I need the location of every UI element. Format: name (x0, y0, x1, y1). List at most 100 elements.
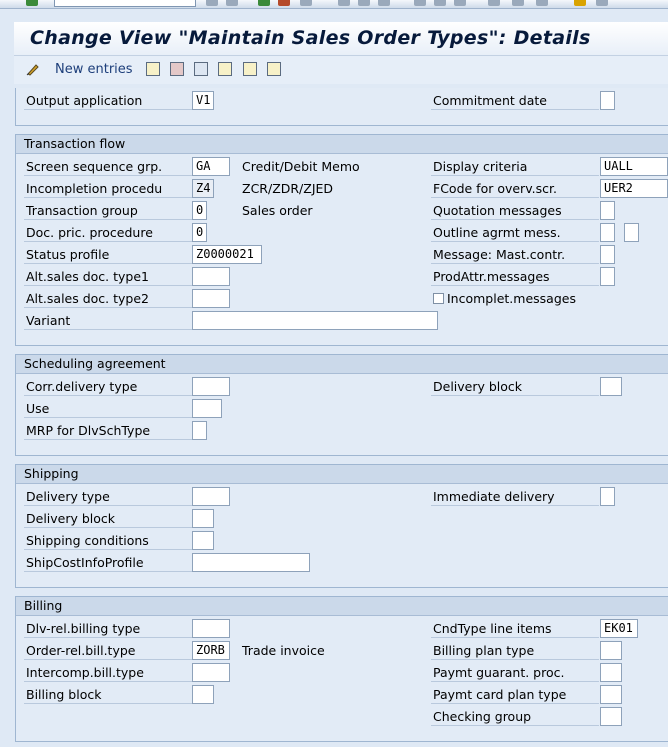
shipcostinfoprofile-label: ShipCostInfoProfile (24, 553, 192, 572)
display-criteria-input[interactable]: UALL (600, 157, 668, 176)
print-icon[interactable] (300, 0, 312, 6)
checking-group-input[interactable] (600, 707, 622, 726)
system-toolbar (0, 0, 668, 9)
shipping-delivery-block-input[interactable] (192, 509, 214, 528)
display-change-icon[interactable] (26, 62, 40, 76)
help-icon[interactable] (536, 0, 548, 6)
incompletion-procedure-label: Incompletion procedu (24, 179, 192, 198)
paymt-guarant-proc-label: Paymt guarant. proc. (431, 663, 599, 682)
save-icon[interactable] (206, 0, 218, 6)
paymt-guarant-proc-input[interactable] (600, 663, 622, 682)
checking-group-label: Checking group (431, 707, 599, 726)
incompletion-procedure-text: ZCR/ZDR/ZJED (242, 181, 334, 196)
command-field[interactable] (54, 0, 196, 7)
immediate-delivery-label: Immediate delivery (431, 487, 599, 506)
use-input[interactable] (192, 399, 222, 418)
delivery-type-input[interactable] (192, 487, 230, 506)
corr-delivery-type-label: Corr.delivery type (24, 377, 192, 396)
last-page-icon[interactable] (454, 0, 466, 6)
transaction-group-input[interactable]: 0 (192, 201, 207, 220)
order-rel-bill-type-text: Trade invoice (242, 643, 325, 658)
paymt-card-plan-type-input[interactable] (600, 685, 622, 704)
alt-sales-doc-type1-input[interactable] (192, 267, 230, 286)
fcode-overv-scr-input[interactable]: UER2 (600, 179, 668, 198)
delete-icon[interactable] (170, 62, 184, 76)
screen-sequence-grp-input[interactable]: GA (192, 157, 230, 176)
create-session-icon[interactable] (488, 0, 500, 6)
output-application-label: Output application (24, 91, 192, 110)
undo-change-icon[interactable] (194, 62, 208, 76)
dlv-rel-billing-type-input[interactable] (192, 619, 230, 638)
cndtype-line-items-label: CndType line items (431, 619, 599, 638)
doc-pric-procedure-input[interactable]: 0 (192, 223, 207, 242)
variant-input[interactable] (192, 311, 438, 330)
doc-pric-procedure-label: Doc. pric. procedure (24, 223, 192, 242)
shipcostinfoprofile-input[interactable] (192, 553, 310, 572)
shipping-header: Shipping (16, 465, 668, 484)
cndtype-line-items-input[interactable]: EK01 (600, 619, 638, 638)
shipping-conditions-label: Shipping conditions (24, 531, 192, 550)
message-mast-contr-label: Message: Mast.contr. (431, 245, 599, 264)
corr-delivery-type-input[interactable] (192, 377, 230, 396)
exit-icon[interactable] (258, 0, 270, 6)
commitment-date-input[interactable] (600, 91, 615, 110)
incompletion-procedure-input[interactable]: Z4 (192, 179, 214, 198)
status-profile-input[interactable]: Z0000021 (192, 245, 262, 264)
enter-icon[interactable] (26, 0, 38, 6)
quotation-messages-input[interactable] (600, 201, 615, 220)
dlv-rel-billing-type-label: Dlv-rel.billing type (24, 619, 192, 638)
display-criteria-label: Display criteria (431, 157, 599, 176)
incomplet-messages-label: Incomplet.messages (447, 291, 576, 306)
select-all-icon[interactable] (267, 62, 281, 76)
fcode-overv-scr-label: FCode for overv.scr. (431, 179, 599, 198)
scheduling-agreement-header: Scheduling agreement (16, 355, 668, 374)
title-bar: Change View "Maintain Sales Order Types"… (14, 22, 668, 56)
sched-delivery-block-input[interactable] (600, 377, 622, 396)
transaction-group-text: Sales order (242, 203, 313, 218)
first-page-icon[interactable] (378, 0, 390, 6)
incomplet-messages-checkbox[interactable] (433, 293, 444, 304)
alt-sales-doc-type2-label: Alt.sales doc. type2 (24, 289, 192, 308)
immediate-delivery-input[interactable] (600, 487, 615, 506)
order-rel-bill-type-label: Order-rel.bill.type (24, 641, 192, 660)
order-rel-bill-type-input[interactable]: ZORB (192, 641, 230, 660)
paymt-card-plan-type-label: Paymt card plan type (431, 685, 599, 704)
page-title: Change View "Maintain Sales Order Types"… (30, 27, 591, 49)
prodattr-messages-input[interactable] (600, 267, 615, 286)
outline-agrmt-mess-extra-input[interactable] (624, 223, 639, 242)
previous-page-icon[interactable] (414, 0, 426, 6)
billing-block-input[interactable] (192, 685, 214, 704)
next-page-icon[interactable] (434, 0, 446, 6)
quotation-messages-label: Quotation messages (431, 201, 599, 220)
mrp-for-dlvschtype-input[interactable] (192, 421, 207, 440)
mrp-for-dlvschtype-label: MRP for DlvSchType (24, 421, 192, 440)
new-entries-button[interactable]: New entries (55, 62, 133, 77)
local-layout-icon[interactable] (596, 0, 608, 6)
billing-header: Billing (16, 597, 668, 616)
shipping-conditions-input[interactable] (192, 531, 214, 550)
alt-sales-doc-type2-input[interactable] (192, 289, 230, 308)
output-application-input[interactable]: V1 (192, 91, 214, 110)
status-profile-label: Status profile (24, 245, 192, 264)
screen-sequence-grp-text: Credit/Debit Memo (242, 159, 360, 174)
find-next-icon[interactable] (358, 0, 370, 6)
next-entry-icon[interactable] (243, 62, 257, 76)
billing-plan-type-input[interactable] (600, 641, 622, 660)
billing-block-label: Billing block (24, 685, 192, 704)
copy-as-icon[interactable] (146, 62, 160, 76)
message-mast-contr-input[interactable] (600, 245, 615, 264)
billing-title: Billing (24, 598, 63, 613)
previous-entry-icon[interactable] (218, 62, 232, 76)
back-icon[interactable] (226, 0, 238, 6)
outline-agrmt-mess-label: Outline agrmt mess. (431, 223, 599, 242)
shortcut-icon[interactable] (512, 0, 524, 6)
transaction-flow-header: Transaction flow (16, 135, 668, 154)
use-label: Use (24, 399, 192, 418)
outline-agrmt-mess-input[interactable] (600, 223, 615, 242)
customize-layout-icon[interactable] (574, 0, 586, 6)
scheduling-agreement-title: Scheduling agreement (24, 356, 166, 371)
intercomp-bill-type-input[interactable] (192, 663, 230, 682)
find-icon[interactable] (338, 0, 350, 6)
shipping-title: Shipping (24, 466, 79, 481)
cancel-icon[interactable] (278, 0, 290, 6)
